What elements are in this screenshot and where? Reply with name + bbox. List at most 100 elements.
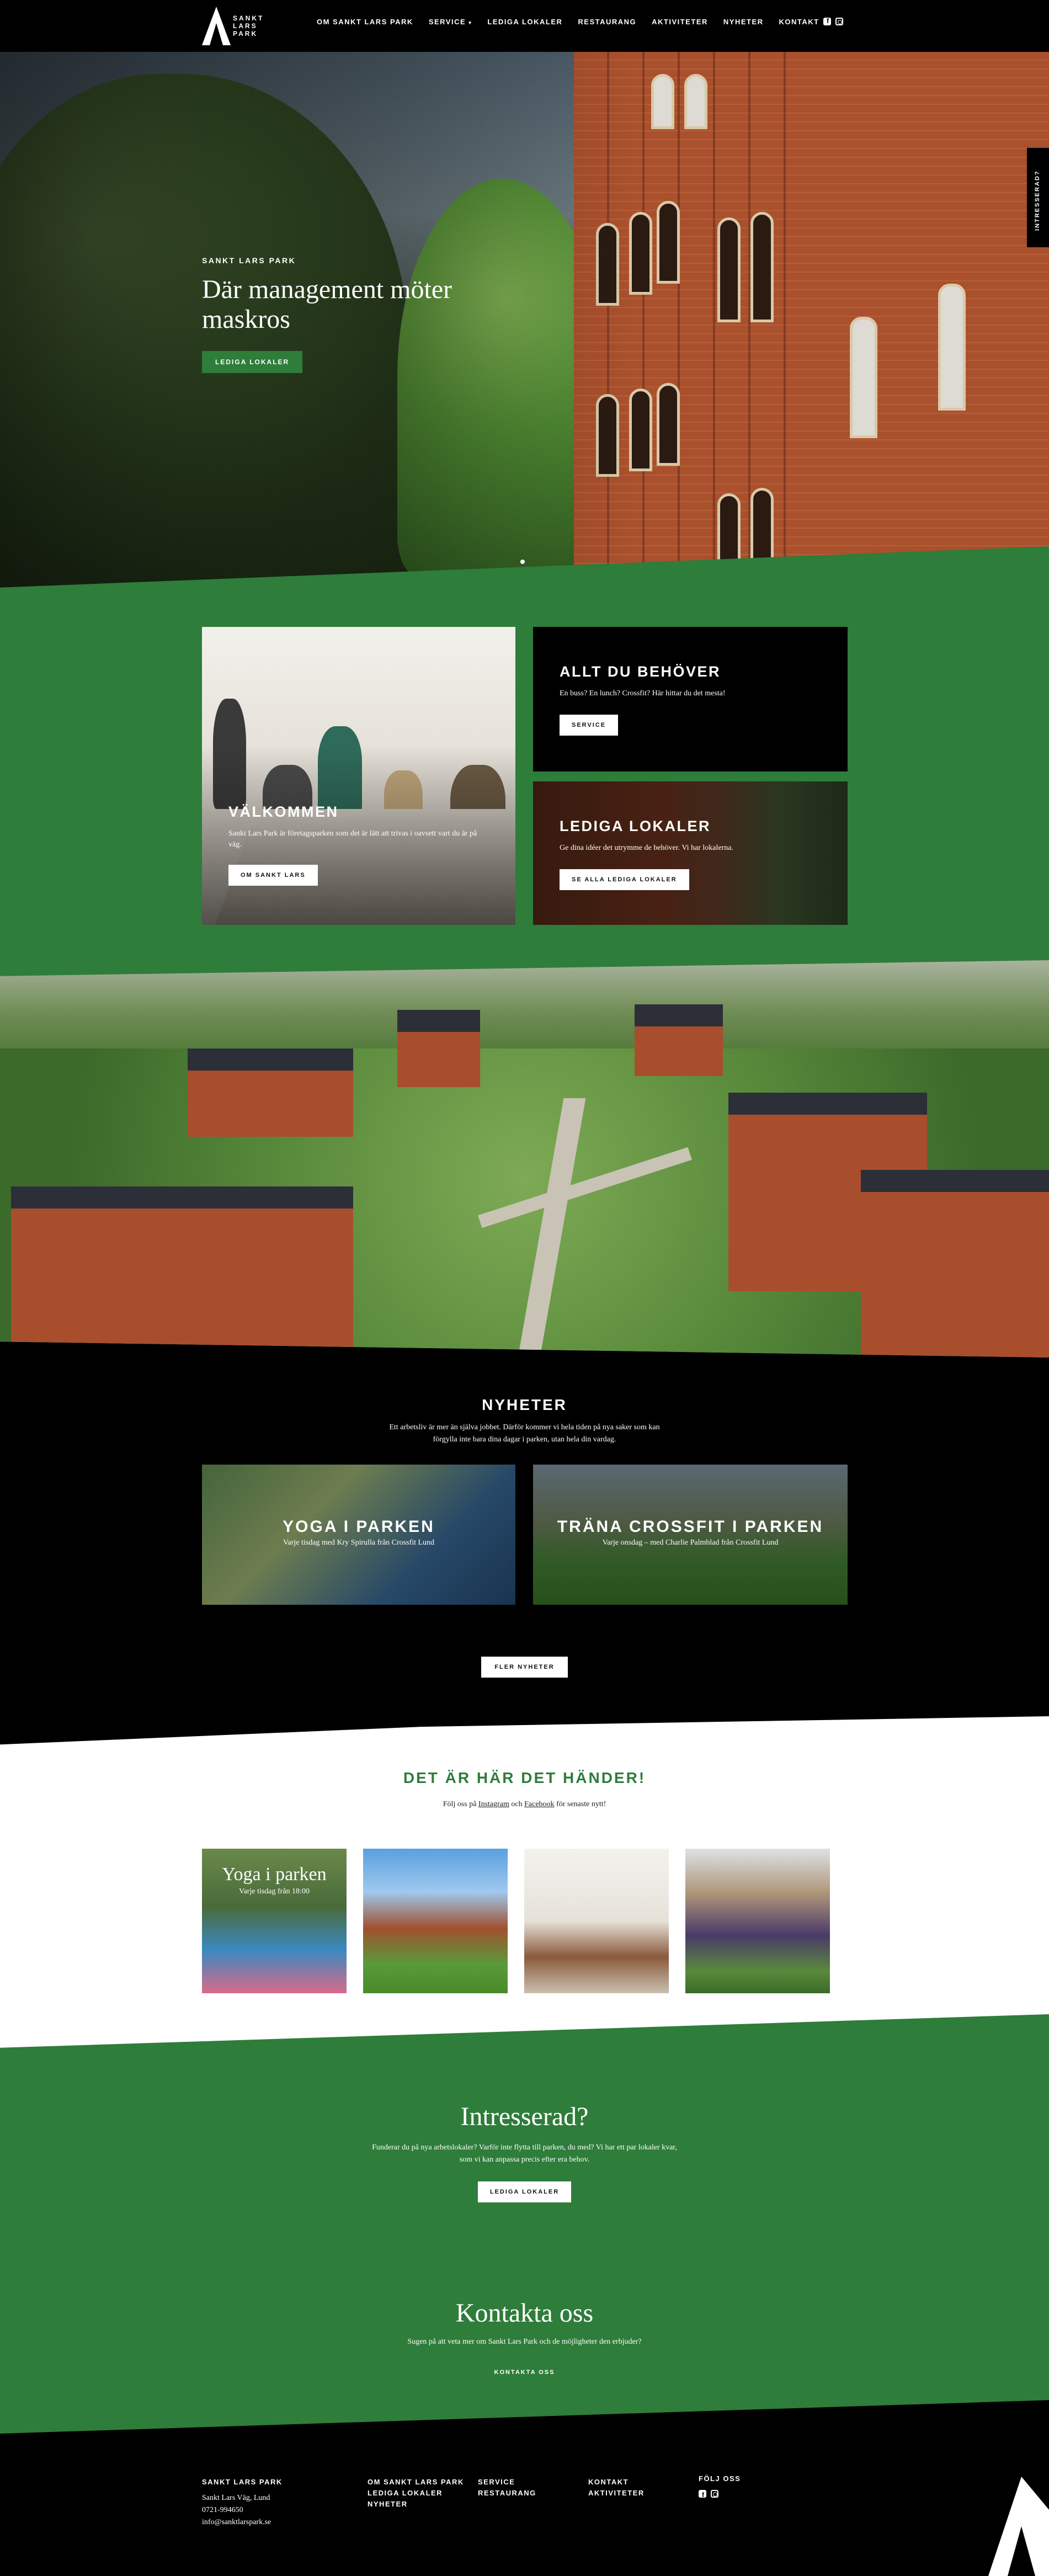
interested-side-tab[interactable]: INTRESSERAD?	[1027, 148, 1049, 247]
footer-email[interactable]: info@sanktlarspark.se	[202, 2516, 283, 2529]
footer-contact: SANKT LARS PARK Sankt Lars Väg, Lund 072…	[202, 2477, 283, 2529]
facebook-icon[interactable]	[699, 2489, 706, 2500]
facebook-link[interactable]: Facebook	[524, 1800, 554, 1808]
allt-du-behover-card: ALLT DU BEHÖVER En buss? En lunch? Cross…	[533, 627, 848, 771]
side-tab-label: INTRESSERAD?	[1034, 170, 1041, 231]
allt-text: En buss? En lunch? Crossfit? Här hittar …	[560, 689, 726, 698]
aerial-building	[11, 1186, 353, 1358]
logo-word: LARS	[233, 22, 258, 30]
news-card-yoga[interactable]: YOGA I PARKEN Varje tisdag med Kry Spiru…	[202, 1465, 515, 1605]
fler-nyheter-button[interactable]: FLER NYHETER	[481, 1657, 568, 1678]
hero-section: SANKT LARS PARK Där management möter mas…	[0, 52, 1049, 593]
nav-restaurang[interactable]: RESTAURANG	[578, 18, 636, 26]
se-alla-lediga-lokaler-button[interactable]: SE ALLA LEDIGA LOKALER	[560, 869, 689, 890]
footer-col-4: KONTAKT AKTIVITETER	[588, 2477, 645, 2499]
hero-content: SANKT LARS PARK Där management möter mas…	[202, 256, 511, 373]
instagram-icon[interactable]	[835, 18, 843, 25]
nav-nyheter[interactable]: NYHETER	[723, 18, 764, 26]
aerial-building	[635, 1004, 723, 1076]
logo-word: PARK	[233, 30, 258, 38]
aerial-photo	[0, 960, 1049, 1358]
hero-eyebrow: SANKT LARS PARK	[202, 256, 296, 265]
contact-text: Sugen på att veta mer om Sankt Lars Park…	[407, 2338, 642, 2346]
nyheter-subtitle: Ett arbetsliv är mer än själva jobbet. D…	[389, 1423, 660, 1444]
nav-om-sankt-lars-park[interactable]: OM SANKT LARS PARK	[317, 18, 413, 26]
nyheter-title: NYHETER	[482, 1396, 567, 1413]
social-text-part: för senaste nytt!	[554, 1800, 606, 1808]
interested-title: Intresserad?	[460, 2102, 589, 2131]
social-text: Följ oss på Instagram och Facebook för s…	[0, 1800, 1049, 1809]
social-title: DET ÄR HÄR DET HÄNDER!	[403, 1769, 646, 1786]
news-card-crossfit[interactable]: TRÄNA CROSSFIT I PARKEN Varje onsdag – m…	[533, 1465, 848, 1605]
news-yoga-title: YOGA I PARKEN	[283, 1518, 435, 1536]
footer-link-om[interactable]: OM SANKT LARS PARK	[368, 2477, 464, 2488]
instagram-icon[interactable]	[711, 2490, 718, 2498]
instagram-post-crossfit[interactable]	[685, 1849, 830, 1993]
logo-tent-icon	[202, 7, 231, 45]
lediga-lokaler-card: LEDIGA LOKALER Ge dina idéer det utrymme…	[533, 781, 848, 925]
contact-block: Kontakta oss Sugen på att veta mer om Sa…	[0, 2298, 1049, 2377]
nyheter-header: NYHETER Ett arbetsliv är mer än själva j…	[0, 1396, 1049, 1446]
aerial-building	[397, 1010, 480, 1087]
footer-link-lokaler[interactable]: LEDIGA LOKALER	[368, 2488, 464, 2499]
footer-phone[interactable]: 0721-994650	[202, 2504, 283, 2516]
welcome-card: VÄLKOMMEN Sankt Lars Park är företagspar…	[202, 627, 515, 925]
site-footer: SANKT LARS PARK Sankt Lars Väg, Lund 072…	[0, 2439, 1049, 2576]
kontakta-oss-button[interactable]: KONTAKTA OSS	[494, 2369, 555, 2376]
header-social	[823, 17, 843, 25]
instagram-post-building[interactable]	[363, 1849, 508, 1993]
footer-address: Sankt Lars Väg, Lund	[202, 2494, 270, 2502]
lokaler-card-content: LEDIGA LOKALER Ge dina idéer det utrymme…	[560, 818, 733, 890]
logo-text: SANKT LARS PARK	[233, 14, 264, 38]
welcome-text: Sankt Lars Park är företagsparken som de…	[228, 829, 477, 849]
main-nav: OM SANKT LARS PARK SERVICE ▾ LEDIGA LOKA…	[317, 18, 819, 26]
hero-overlay	[0, 52, 1049, 593]
site-header: SANKT LARS PARK OM SANKT LARS PARK SERVI…	[0, 0, 1049, 52]
news-crossfit-title: TRÄNA CROSSFIT I PARKEN	[557, 1518, 824, 1536]
footer-social	[699, 2489, 741, 2500]
service-button[interactable]: SERVICE	[560, 715, 619, 736]
footer-follow: FÖLJ OSS	[699, 2473, 741, 2500]
hero-lediga-lokaler-button[interactable]: LEDIGA LOKALER	[202, 351, 303, 373]
footer-link-nyheter[interactable]: NYHETER	[368, 2499, 464, 2510]
nav-service-label: SERVICE	[428, 18, 466, 26]
allt-title: ALLT DU BEHÖVER	[560, 663, 721, 680]
social-text-part: Följ oss på	[443, 1800, 478, 1808]
social-text-part: och	[509, 1800, 525, 1808]
chevron-down-icon: ▾	[468, 20, 472, 25]
nav-aktiviteter[interactable]: AKTIVITETER	[652, 18, 708, 26]
fler-nyheter-wrap: FLER NYHETER	[0, 1657, 1049, 1678]
footer-link-restaurang[interactable]: RESTAURANG	[478, 2488, 536, 2499]
nav-lediga-lokaler[interactable]: LEDIGA LOKALER	[487, 18, 562, 26]
facebook-icon[interactable]	[823, 17, 831, 25]
footer-col-2: OM SANKT LARS PARK LEDIGA LOKALER NYHETE…	[368, 2477, 464, 2510]
instagram-link[interactable]: Instagram	[478, 1800, 509, 1808]
lokaler-title: LEDIGA LOKALER	[560, 818, 711, 834]
interested-block: Intresserad? Funderar du på nya arbetslo…	[0, 2101, 1049, 2202]
instagram-post-interior[interactable]	[524, 1849, 669, 1993]
news-crossfit-subtitle: Varje onsdag – med Charlie Palmblad från…	[602, 1539, 779, 1547]
slider-dot[interactable]	[520, 560, 525, 564]
interested-lediga-lokaler-button[interactable]: LEDIGA LOKALER	[477, 2181, 572, 2202]
om-sankt-lars-button[interactable]: OM SANKT LARS	[228, 865, 318, 886]
footer-col-3: SERVICE RESTAURANG	[478, 2477, 536, 2499]
insta-post-subtitle: Varje tisdag från 18:00	[239, 1887, 310, 1896]
nav-kontakt[interactable]: KONTAKT	[779, 18, 819, 26]
footer-logo-icon	[988, 2477, 1049, 2576]
footer-follow-label: FÖLJ OSS	[699, 2474, 741, 2483]
nyheter-section: NYHETER Ett arbetsliv är mer än själva j…	[0, 1363, 1049, 1749]
welcome-title: VÄLKOMMEN	[228, 803, 339, 820]
footer-link-aktiviteter[interactable]: AKTIVITETER	[588, 2488, 645, 2499]
instagram-post-yoga[interactable]: Yoga i parken Varje tisdag från 18:00	[202, 1849, 347, 1993]
contact-title: Kontakta oss	[455, 2298, 594, 2328]
social-header: DET ÄR HÄR DET HÄNDER!	[0, 1769, 1049, 1787]
logo-word: SANKT	[233, 14, 264, 22]
logo[interactable]: SANKT LARS PARK	[202, 7, 274, 45]
interested-text: Funderar du på nya arbetslokaler? Varför…	[372, 2143, 677, 2164]
footer-link-service[interactable]: SERVICE	[478, 2477, 536, 2488]
insta-post-title: Yoga i parken	[222, 1864, 327, 1885]
allt-card-content: ALLT DU BEHÖVER En buss? En lunch? Cross…	[560, 663, 726, 736]
nav-service[interactable]: SERVICE ▾	[429, 18, 472, 26]
footer-link-kontakt[interactable]: KONTAKT	[588, 2477, 645, 2488]
footer-company: SANKT LARS PARK	[202, 2478, 283, 2486]
